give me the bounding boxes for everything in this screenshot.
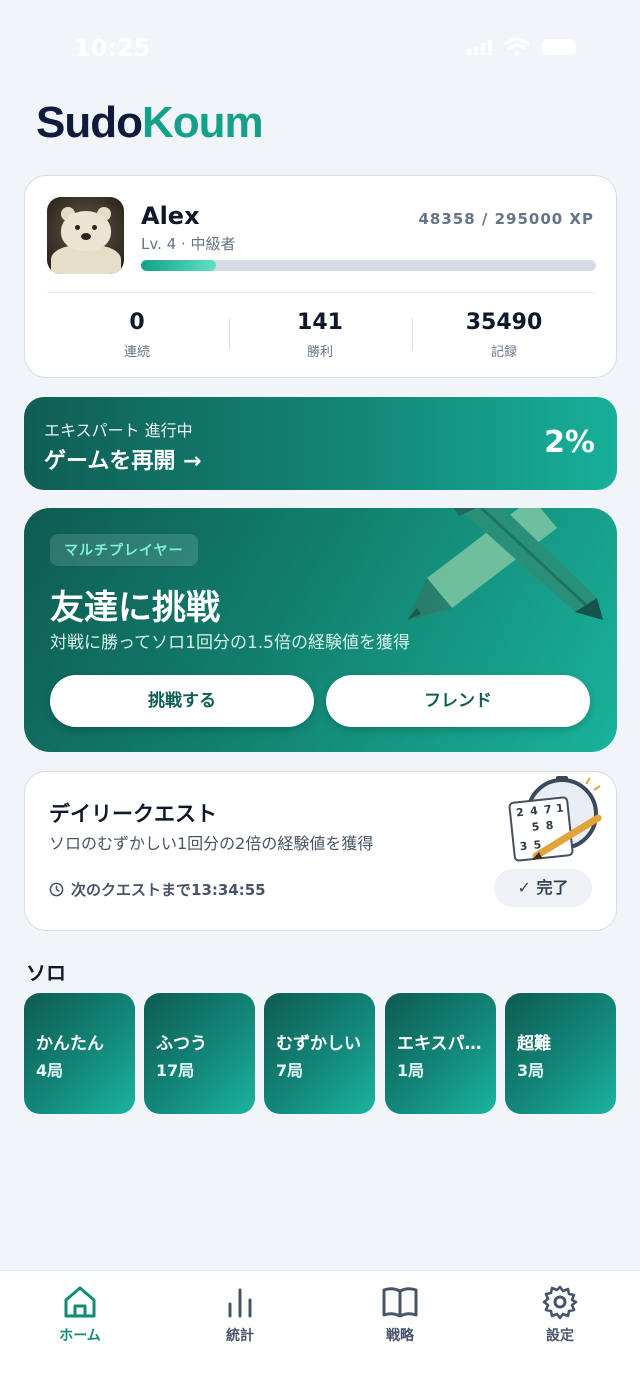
difficulty-count: 7局 xyxy=(276,1061,304,1080)
svg-text:8: 8 xyxy=(545,819,554,833)
challenge-button[interactable]: 挑戦する xyxy=(50,675,314,727)
nav-item-settings[interactable]: 設定 xyxy=(500,1283,620,1345)
app-logo: SudoKoum xyxy=(36,98,264,148)
nav-label: ホーム xyxy=(59,1328,101,1344)
book-icon xyxy=(382,1287,418,1318)
stat-label: 連続 xyxy=(123,345,150,360)
difficulty-count: 1局 xyxy=(397,1061,425,1080)
divider xyxy=(47,292,596,293)
stat-streak: 0 連続 xyxy=(57,310,217,360)
resume-game-banner[interactable]: エキスパート 進行中 ゲームを再開 → 2% xyxy=(24,397,617,490)
daily-quest-card[interactable]: 2471 58 35 デイリークエスト ソロのむずかしい1回分の2倍の経験値を獲… xyxy=(24,771,617,931)
stat-separator xyxy=(229,318,230,350)
multiplayer-title: 友達に挑戦 xyxy=(50,588,220,628)
difficulty-tile-normal[interactable]: ふつう 17局 xyxy=(144,993,255,1114)
avatar[interactable] xyxy=(47,197,124,274)
svg-text:5: 5 xyxy=(531,820,540,834)
stat-separator xyxy=(412,318,413,350)
difficulty-count: 3局 xyxy=(517,1061,545,1080)
solo-section-title: ソロ xyxy=(26,961,66,985)
difficulty-tile-expert[interactable]: エキスパ… 1局 xyxy=(385,993,496,1114)
nav-item-stats[interactable]: 統計 xyxy=(180,1283,300,1345)
difficulty-count: 4局 xyxy=(36,1061,64,1080)
xp-progress-bar xyxy=(141,260,596,271)
friends-button[interactable]: フレンド xyxy=(326,675,590,727)
nav-item-strategy[interactable]: 戦略 xyxy=(340,1283,460,1345)
battery-icon xyxy=(542,39,576,55)
status-time: 10:25 xyxy=(74,34,151,62)
resume-game-button[interactable]: ゲームを再開 → xyxy=(44,443,201,475)
svg-text:7: 7 xyxy=(543,803,552,817)
logo-text-koum: Koum xyxy=(141,98,264,147)
stat-value: 141 xyxy=(297,310,343,335)
gear-icon xyxy=(542,1285,578,1320)
bottom-navigation: ホーム 統計 戦略 設定 xyxy=(0,1270,640,1391)
nav-label: 統計 xyxy=(226,1328,254,1344)
multiplayer-card: マルチプレイヤー 友達に挑戦 対戦に勝ってソロ1回分の1.5倍の経験値を獲得 挑… xyxy=(24,508,617,752)
player-level: Lv. 4 · 中級者 xyxy=(141,235,236,253)
difficulty-tile-easy[interactable]: かんたん 4局 xyxy=(24,993,135,1114)
profile-card[interactable]: Alex Lv. 4 · 中級者 48358 / 295000 XP 0 連続 … xyxy=(24,175,617,378)
sudoku-clock-illustration-icon: 2471 58 35 xyxy=(508,776,602,862)
xp-progress-fill xyxy=(141,260,216,271)
stat-wins: 141 勝利 xyxy=(240,310,400,360)
svg-text:2: 2 xyxy=(516,806,525,820)
stat-value: 0 xyxy=(129,310,145,335)
svg-text:3: 3 xyxy=(519,840,528,854)
difficulty-name: かんたん xyxy=(36,1034,104,1054)
resume-progress: 2% xyxy=(544,425,595,460)
difficulty-name: ふつう xyxy=(156,1034,207,1054)
clock-icon xyxy=(49,882,64,897)
nav-label: 設定 xyxy=(546,1328,574,1344)
multiplayer-badge: マルチプレイヤー xyxy=(50,534,198,566)
quest-timer-text: 次のクエストまで13:34:55 xyxy=(71,881,266,899)
nav-label: 戦略 xyxy=(386,1328,414,1344)
wifi-icon xyxy=(504,38,530,56)
resume-subtitle: エキスパート 進行中 xyxy=(44,421,193,440)
xp-counter: 48358 / 295000 XP xyxy=(418,210,594,228)
svg-text:1: 1 xyxy=(555,802,564,816)
difficulty-tile-hard[interactable]: むずかしい 7局 xyxy=(264,993,375,1114)
difficulty-name: エキスパ… xyxy=(397,1034,482,1054)
difficulty-name: むずかしい xyxy=(276,1034,361,1054)
difficulty-name: 超難 xyxy=(517,1034,551,1054)
bar-chart-icon xyxy=(228,1288,252,1318)
quest-timer: 次のクエストまで13:34:55 xyxy=(49,879,266,900)
stat-record: 35490 記録 xyxy=(424,310,584,360)
logo-text-sudo: Sudo xyxy=(36,98,143,147)
multiplayer-description: 対戦に勝ってソロ1回分の1.5倍の経験値を獲得 xyxy=(50,633,411,653)
cellular-signal-icon xyxy=(467,39,492,55)
daily-quest-title: デイリークエスト xyxy=(49,802,217,826)
stat-value: 35490 xyxy=(465,310,543,335)
difficulty-tile-extreme[interactable]: 超難 3局 xyxy=(505,993,616,1114)
pencils-icon xyxy=(407,508,603,620)
player-name: Alex xyxy=(141,202,200,230)
nav-item-home[interactable]: ホーム xyxy=(20,1283,140,1345)
status-icons xyxy=(467,38,576,56)
quest-complete-button[interactable]: ✓ 完了 xyxy=(494,869,592,907)
status-bar: 10:25 xyxy=(0,30,640,66)
stat-label: 勝利 xyxy=(306,345,333,360)
difficulty-count: 17局 xyxy=(156,1061,195,1080)
stat-label: 記録 xyxy=(490,345,517,360)
home-icon xyxy=(64,1286,96,1318)
daily-quest-description: ソロのむずかしい1回分の2倍の経験値を獲得 xyxy=(49,834,374,853)
